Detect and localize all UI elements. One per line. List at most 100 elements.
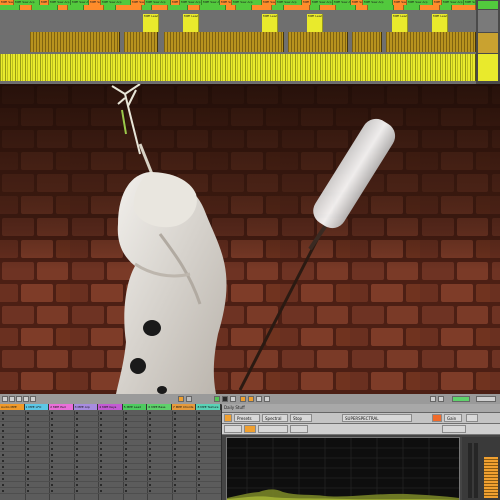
clip-slot[interactable] [98,489,123,494]
clip-slot[interactable] [0,411,25,416]
clip-slot[interactable] [24,459,50,464]
clip-slot[interactable] [24,429,50,434]
spectrum-display[interactable] [226,437,460,500]
clip-slot[interactable] [147,441,172,446]
track-header[interactable]: 2 MPE Pad [49,404,74,410]
arrangement-clip-yellow[interactable]: MPE Lead [307,14,323,32]
clip-slot[interactable] [73,477,99,482]
clip-slot[interactable] [147,411,172,416]
param-knob-1[interactable] [224,425,242,433]
follow-toggle[interactable] [178,396,184,402]
clip-slot[interactable] [196,459,221,464]
clip-slot[interactable] [147,483,172,488]
clip-slot[interactable] [24,447,50,452]
clip-slot[interactable] [196,465,221,470]
clip-slot[interactable] [49,429,74,434]
arrangement-audio-olive[interactable] [352,32,382,52]
clip-slot[interactable] [196,441,221,446]
clip-slot[interactable] [122,459,148,464]
clip-slot[interactable] [98,441,123,446]
arrangement-clip-yellow[interactable]: MPE Lead [392,14,408,32]
clip-slot[interactable] [24,441,50,446]
arrangement-audio-olive[interactable] [386,32,476,52]
clip-slot[interactable] [147,447,172,452]
clip-slot[interactable] [122,471,148,476]
clip-slot[interactable] [98,423,123,428]
arrangement-record-toggle[interactable] [186,396,192,402]
clip-slot[interactable] [196,477,221,482]
clip-slot[interactable] [49,477,74,482]
clip-slot[interactable] [0,447,25,452]
clip-slot[interactable] [0,471,25,476]
clip-slot[interactable] [196,423,221,428]
clip-slot[interactable] [73,423,99,428]
param-knob-4[interactable] [290,425,308,433]
clip-slot[interactable] [147,489,172,494]
clip-slot[interactable] [122,411,148,416]
clip-slot[interactable] [49,489,74,494]
clip-slot[interactable] [73,441,99,446]
clip-slot[interactable] [24,435,50,440]
clip-slot[interactable] [0,429,25,434]
device-tab-presets[interactable]: Presets [234,414,260,422]
record-button[interactable] [230,396,236,402]
clip-slot[interactable] [98,435,123,440]
arrangement-audio-olive[interactable] [288,32,348,52]
clip-slot[interactable] [49,459,74,464]
arrangement-clip-yellow[interactable]: MPE Lead [143,14,159,32]
clip-slot[interactable] [98,411,123,416]
clip-slot[interactable] [122,447,148,452]
clip-slot[interactable] [196,417,221,422]
play-button[interactable] [214,396,220,402]
punch-toggle[interactable] [248,396,254,402]
clip-slot[interactable] [171,465,197,470]
clip-slot[interactable] [147,459,172,464]
clip-slot[interactable] [147,423,172,428]
clip-slot[interactable] [49,423,74,428]
stop-button[interactable] [222,396,228,402]
device-on-toggle[interactable] [224,414,232,422]
track-header[interactable]: Audio MPE [0,404,25,410]
arrangement-audio-yellow[interactable] [0,54,476,81]
clip-slot[interactable] [171,441,197,446]
device-tab-spectral[interactable]: Spectral [262,414,288,422]
clip-slot[interactable] [147,435,172,440]
toolbar-right-toggle-2[interactable] [438,396,444,402]
clip-slot[interactable] [49,453,74,458]
arrangement-audio-olive[interactable] [30,32,120,52]
toolbar-toggle-2[interactable] [9,396,15,402]
device-close-button[interactable] [466,414,478,422]
right-strip-olive[interactable] [478,33,498,53]
clip-slot[interactable] [0,441,25,446]
clip-slot[interactable] [171,453,197,458]
overdub-toggle[interactable] [264,396,270,402]
clip-slot[interactable] [49,471,74,476]
clip-slot[interactable] [196,483,221,488]
clip-slot[interactable] [147,465,172,470]
clip-slot[interactable] [49,447,74,452]
clip-slot[interactable] [73,435,99,440]
clip-slot[interactable] [171,459,197,464]
clip-slot[interactable] [24,417,50,422]
clip-slot[interactable] [122,453,148,458]
clip-slot[interactable] [98,417,123,422]
clip-slot[interactable] [171,471,197,476]
toolbar-toggle-1[interactable] [2,396,8,402]
clip-slot[interactable] [122,423,148,428]
clip-slot[interactable] [73,417,99,422]
clip-slot[interactable] [98,429,123,434]
clip-slot[interactable] [122,441,148,446]
lane-audio-yellow[interactable] [0,54,476,81]
metronome-toggle[interactable] [256,396,262,402]
right-strip-yellow[interactable] [478,54,498,81]
device-accent-button[interactable] [432,414,442,422]
clip-slot[interactable] [0,477,25,482]
clip-slot[interactable] [98,447,123,452]
clip-slot[interactable] [122,429,148,434]
arrangement-clip-yellow[interactable]: MPE Lead [262,14,278,32]
clip-slot[interactable] [73,471,99,476]
arrangement-audio-olive[interactable] [164,32,284,52]
param-knob-3[interactable] [258,425,288,433]
clip-slot[interactable] [196,429,221,434]
clip-slot[interactable] [171,489,197,494]
